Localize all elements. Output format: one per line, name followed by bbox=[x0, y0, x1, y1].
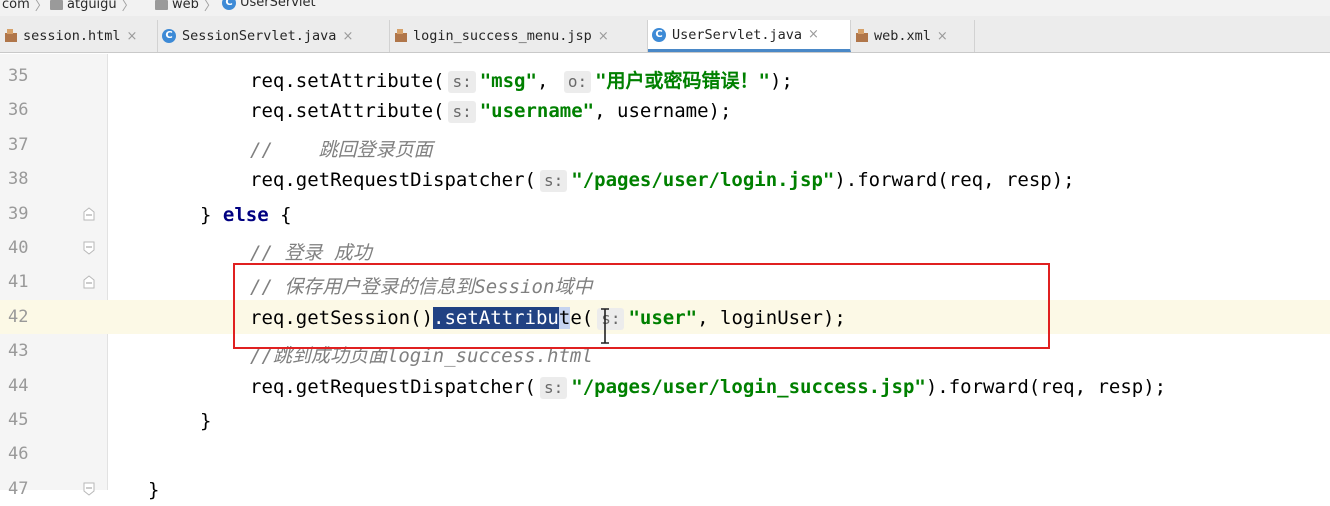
parameter-hint: s: bbox=[448, 71, 476, 93]
code-text: req.getRequestDispatcher(s: "/pages/user/… bbox=[250, 169, 1075, 193]
code-text: req.setAttribute(s: "username", username)… bbox=[250, 100, 732, 124]
breadcrumb-item[interactable]: C UserServlet bbox=[222, 0, 316, 10]
line-number: 46 bbox=[8, 444, 29, 465]
code-text: req.getRequestDispatcher(s: "/pages/user/… bbox=[250, 376, 1166, 399]
class-icon: C bbox=[222, 0, 236, 10]
code-line[interactable]: 44 req.getRequestDispatcher(s: "/pages/use… bbox=[0, 369, 1330, 403]
breadcrumb-label: web bbox=[172, 0, 199, 12]
code-line[interactable]: 37 // 跳回登录页面 bbox=[0, 128, 1330, 162]
editor-tab-bar: session.html × C SessionServlet.java × login_… bbox=[0, 16, 1330, 53]
jsp-file-icon bbox=[394, 29, 408, 43]
code-token: { bbox=[268, 203, 292, 226]
string-literal: "username" bbox=[479, 100, 595, 123]
fold-marker-icon[interactable] bbox=[83, 275, 95, 289]
line-number: 39 bbox=[8, 203, 29, 224]
code-token: ).forward(req, resp); bbox=[834, 169, 1075, 192]
line-number: 41 bbox=[8, 272, 29, 293]
line-number: 37 bbox=[8, 134, 29, 155]
parameter-hint: s: bbox=[448, 101, 476, 124]
parameter-hint: s: bbox=[539, 170, 568, 193]
chevron-right-icon: 〉 bbox=[203, 0, 217, 14]
tab-label: web.xml bbox=[874, 28, 931, 44]
line-number: 45 bbox=[8, 410, 29, 430]
string-literal: "用户或密码错误！" bbox=[595, 70, 770, 92]
breadcrumb: com 〉 atguigu 〉 web 〉 C UserServlet bbox=[0, 0, 1330, 16]
breadcrumb-label: com bbox=[2, 0, 30, 12]
tab-session-html[interactable]: session.html × bbox=[0, 20, 158, 52]
comment: // 登录 成功 bbox=[250, 242, 372, 264]
breadcrumb-item[interactable]: web 〉 bbox=[155, 0, 217, 14]
tab-web-xml[interactable]: web.xml × bbox=[851, 20, 975, 52]
code-line[interactable]: 45} bbox=[0, 403, 1330, 437]
breadcrumb-item[interactable]: atguigu 〉 bbox=[50, 0, 135, 14]
string-literal: "msg" bbox=[479, 70, 537, 92]
text-cursor-icon bbox=[601, 308, 609, 344]
line-number: 38 bbox=[8, 169, 29, 190]
close-icon[interactable]: × bbox=[127, 29, 138, 44]
string-literal: "/pages/user/login.jsp" bbox=[571, 169, 835, 192]
breadcrumb-label: atguigu bbox=[67, 0, 117, 12]
annotation-highlight-box bbox=[233, 263, 1050, 349]
code-text: req.setAttribute(s: "msg", o: "用户或密码错误！"); bbox=[250, 66, 793, 93]
html-file-icon bbox=[4, 29, 18, 43]
tab-login-success-menu-jsp[interactable]: login_success_menu.jsp × bbox=[390, 20, 648, 52]
code-line[interactable]: 35 req.setAttribute(s: "msg", o: "用户或密码错误！"… bbox=[0, 59, 1330, 93]
code-token: , username); bbox=[594, 100, 732, 123]
class-icon: C bbox=[652, 27, 666, 42]
xml-file-icon bbox=[855, 29, 869, 43]
fold-marker-icon[interactable] bbox=[83, 482, 95, 496]
code-text: } else { bbox=[200, 204, 292, 226]
code-line[interactable]: 46 bbox=[0, 437, 1330, 471]
tab-label: session.html bbox=[23, 28, 121, 44]
code-text: // 跳回登录页面 bbox=[250, 135, 433, 162]
line-number: 47 bbox=[8, 478, 29, 499]
code-token: req.setAttribute( bbox=[250, 100, 445, 123]
close-icon[interactable]: × bbox=[808, 27, 819, 42]
code-token: req.getRequestDispatcher( bbox=[250, 375, 536, 398]
tab-label: UserServlet.java bbox=[672, 26, 803, 43]
code-text: // 登录 成功 bbox=[250, 238, 372, 265]
code-token: req.setAttribute( bbox=[250, 70, 445, 92]
line-number: 44 bbox=[8, 375, 29, 396]
breadcrumb-label: UserServlet bbox=[240, 0, 316, 10]
fold-marker-icon[interactable] bbox=[83, 206, 95, 221]
line-number: 36 bbox=[8, 100, 29, 121]
code-line[interactable]: 40 // 登录 成功 bbox=[0, 231, 1330, 265]
tab-label: SessionServlet.java bbox=[182, 28, 337, 44]
line-number: 42 bbox=[8, 306, 29, 327]
code-token: ); bbox=[769, 70, 793, 92]
code-line[interactable]: 47} bbox=[0, 472, 1330, 506]
code-line[interactable]: 38 req.getRequestDispatcher(s: "/pages/use… bbox=[0, 162, 1330, 196]
close-icon[interactable]: × bbox=[937, 29, 948, 44]
chevron-right-icon: 〉 bbox=[34, 0, 48, 14]
close-icon[interactable]: × bbox=[342, 29, 353, 44]
code-token: } bbox=[200, 410, 212, 432]
tab-userservlet-java[interactable]: C UserServlet.java × bbox=[648, 20, 851, 52]
tab-label: login_success_menu.jsp bbox=[413, 28, 592, 44]
parameter-hint: o: bbox=[563, 71, 592, 93]
string-literal: "/pages/user/login_success.jsp" bbox=[571, 375, 926, 398]
breadcrumb-item[interactable]: com 〉 bbox=[2, 0, 48, 14]
code-token: ).forward(req, resp); bbox=[925, 375, 1167, 398]
code-token: } bbox=[200, 203, 223, 226]
code-token: , bbox=[536, 70, 560, 92]
code-token: req.getRequestDispatcher( bbox=[250, 169, 536, 192]
line-number: 35 bbox=[8, 66, 29, 86]
folder-icon bbox=[155, 0, 168, 10]
code-line[interactable]: 39} else { bbox=[0, 197, 1330, 231]
class-icon: C bbox=[162, 29, 176, 43]
code-text: } bbox=[200, 410, 211, 432]
code-line[interactable]: 36 req.setAttribute(s: "username", usernam… bbox=[0, 93, 1330, 127]
close-icon[interactable]: × bbox=[598, 29, 609, 44]
line-number: 40 bbox=[8, 238, 29, 258]
line-number: 43 bbox=[8, 341, 29, 362]
comment: // 跳回登录页面 bbox=[250, 138, 433, 161]
keyword: else bbox=[222, 203, 269, 226]
tab-sessionservlet-java[interactable]: C SessionServlet.java × bbox=[158, 20, 390, 52]
folder-icon bbox=[50, 0, 63, 10]
parameter-hint: s: bbox=[539, 376, 568, 399]
chevron-right-icon: 〉 bbox=[121, 0, 135, 14]
fold-marker-icon[interactable] bbox=[83, 241, 95, 255]
